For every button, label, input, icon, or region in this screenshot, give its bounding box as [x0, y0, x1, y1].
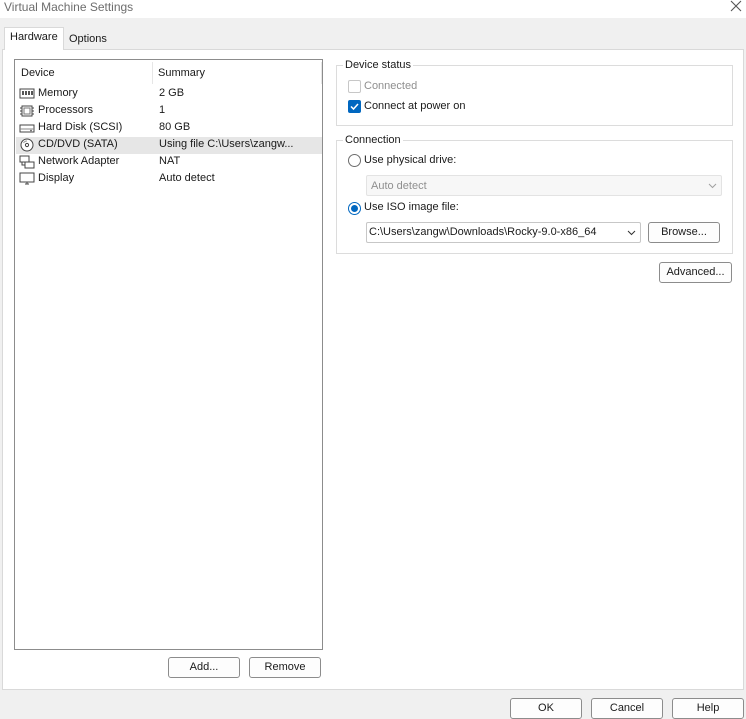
cd-dvd-icon — [20, 138, 34, 152]
device-row-hard-disk[interactable]: Hard Disk (SCSI) 80 GB — [16, 120, 322, 137]
physical-drive-value: Auto detect — [371, 180, 427, 192]
iso-path-value[interactable]: C:\Users\zangw\Downloads\Rocky-9.0-x86_6… — [369, 226, 622, 238]
column-header-device[interactable]: Device — [21, 67, 55, 79]
help-button[interactable]: Help — [672, 698, 744, 719]
device-summary: 1 — [159, 104, 166, 116]
device-summary: 80 GB — [159, 121, 191, 133]
device-name: Memory — [38, 87, 78, 99]
device-status-title: Device status — [343, 59, 414, 71]
device-summary: Using file C:\Users\zangw... — [159, 138, 294, 150]
browse-button[interactable]: Browse... — [648, 222, 720, 243]
column-header-summary[interactable]: Summary — [158, 67, 205, 79]
connection-title: Connection — [343, 134, 403, 146]
use-physical-drive-label: Use physical drive: — [364, 154, 457, 166]
advanced-button[interactable]: Advanced... — [659, 262, 732, 283]
processor-icon — [20, 105, 34, 117]
device-row-network-adapter[interactable]: Network Adapter NAT — [16, 154, 322, 171]
iso-path-combo[interactable]: C:\Users\zangw\Downloads\Rocky-9.0-x86_6… — [366, 222, 641, 243]
use-iso-image-label: Use ISO image file: — [364, 201, 459, 213]
connect-at-power-on-label: Connect at power on — [364, 100, 466, 112]
use-iso-image-radio[interactable] — [348, 202, 361, 215]
device-row-display[interactable]: Display Auto detect — [16, 171, 322, 188]
add-device-button[interactable]: Add... — [168, 657, 240, 678]
checkmark-icon — [350, 103, 359, 111]
device-summary: 2 GB — [159, 87, 185, 99]
device-status-group: Device status Connected Connect at power… — [336, 59, 733, 126]
connect-at-power-on-checkbox[interactable] — [348, 100, 361, 113]
chevron-down-icon[interactable] — [627, 229, 636, 236]
connection-group: Connection Use physical drive: Auto dete… — [336, 134, 733, 254]
remove-device-button[interactable]: Remove — [249, 657, 321, 678]
title-bar: Virtual Machine Settings — [0, 0, 746, 18]
use-physical-drive-radio[interactable] — [348, 154, 361, 167]
display-icon — [19, 172, 35, 185]
device-name: CD/DVD (SATA) — [38, 138, 118, 150]
device-row-processors[interactable]: Processors 1 — [16, 103, 322, 120]
connected-label: Connected — [364, 80, 418, 92]
close-icon[interactable] — [730, 0, 742, 13]
hard-disk-icon — [19, 124, 35, 133]
device-summary: Auto detect — [159, 172, 215, 184]
device-summary: NAT — [159, 155, 181, 167]
window-title: Virtual Machine Settings — [4, 0, 134, 14]
device-name: Network Adapter — [38, 155, 120, 167]
device-name: Display — [38, 172, 75, 184]
device-row-cd-dvd[interactable]: CD/DVD (SATA) Using file C:\Users\zangw.… — [16, 137, 322, 154]
device-list[interactable]: Device Summary Memory 2 GB Processors 1 … — [14, 59, 323, 650]
ok-button[interactable]: OK — [510, 698, 582, 719]
physical-drive-select[interactable]: Auto detect — [366, 175, 722, 196]
tab-options[interactable]: Options — [64, 30, 112, 50]
chevron-down-icon — [708, 183, 717, 189]
cancel-button[interactable]: Cancel — [591, 698, 663, 719]
device-name: Hard Disk (SCSI) — [38, 121, 123, 133]
connected-checkbox[interactable] — [348, 80, 361, 93]
device-row-memory[interactable]: Memory 2 GB — [16, 86, 322, 103]
network-adapter-icon — [19, 155, 35, 169]
device-name: Processors — [38, 104, 94, 116]
device-list-header: Device Summary — [15, 60, 322, 85]
memory-icon — [19, 88, 35, 99]
tab-hardware[interactable]: Hardware — [4, 27, 64, 50]
